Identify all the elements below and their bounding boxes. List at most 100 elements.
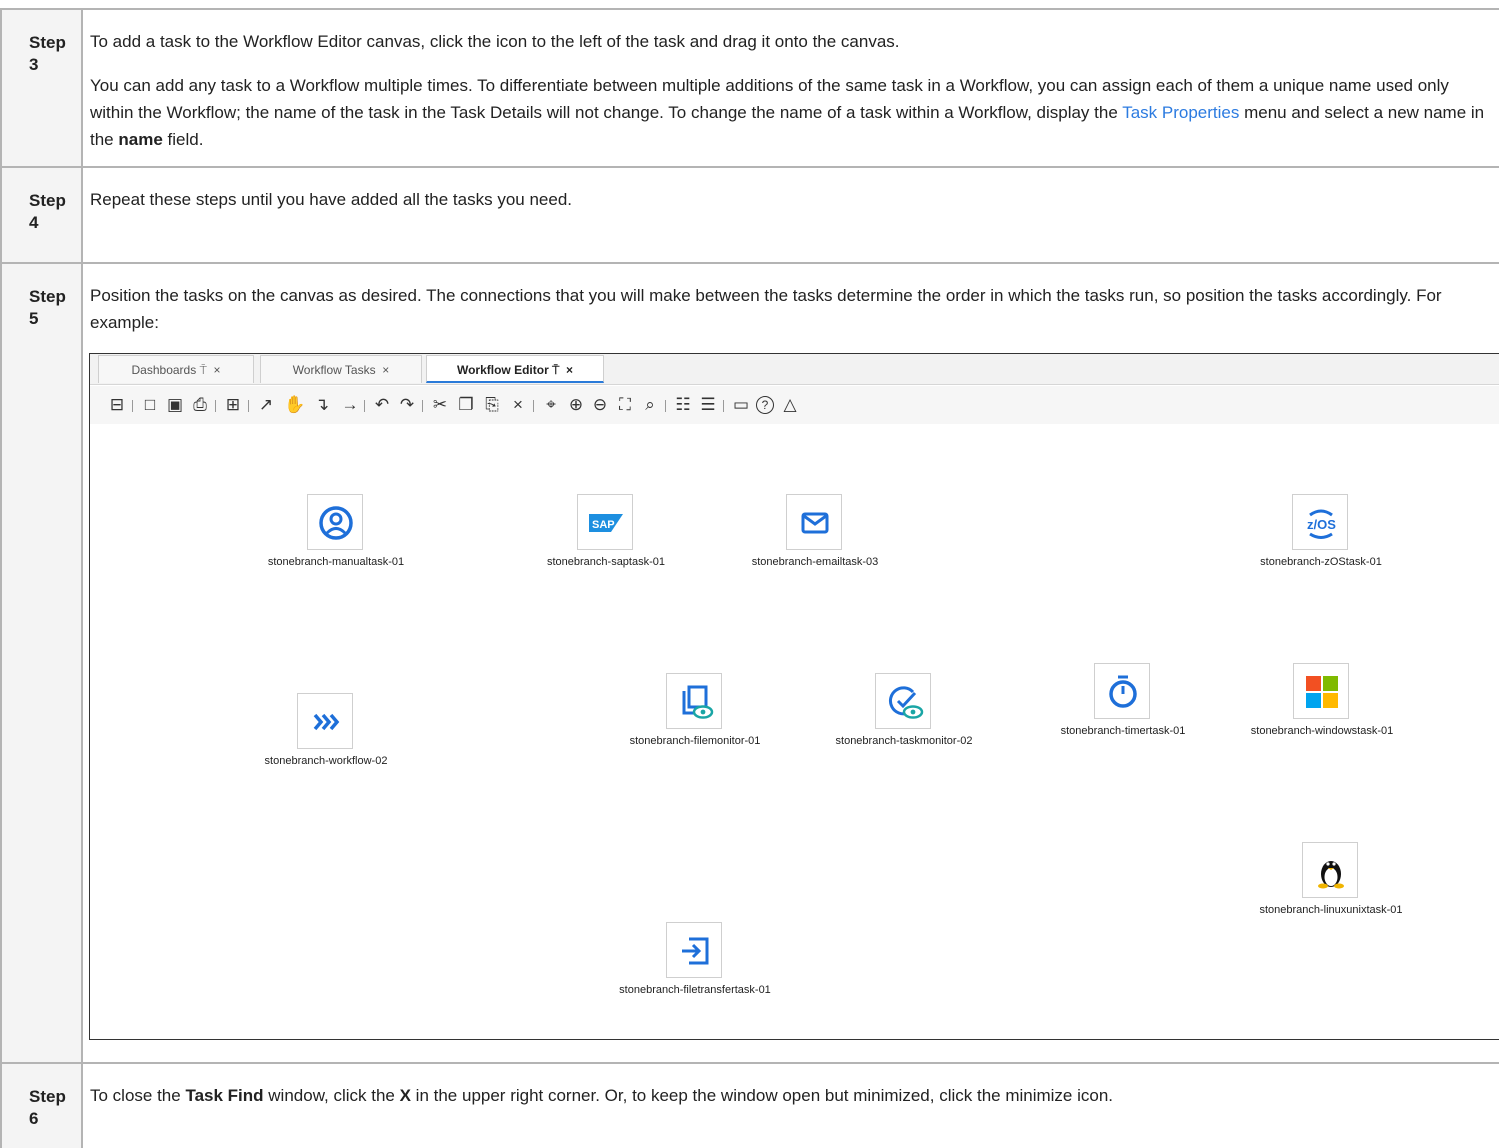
step-body: To add a task to the Workflow Editor can…	[90, 28, 1495, 170]
connector-straight-icon[interactable]: →	[340, 394, 360, 416]
copy-icon[interactable]: ❐	[456, 394, 476, 416]
task-icon-box	[666, 673, 722, 729]
delete-icon[interactable]: ×	[508, 394, 528, 416]
hierarchy-icon[interactable]: ☰	[698, 394, 718, 416]
preview-icon[interactable]: ⊟	[107, 394, 127, 416]
svg-text:z/OS: z/OS	[1307, 517, 1336, 532]
file-monitor-icon	[682, 685, 714, 719]
add-icon[interactable]: ⊞	[223, 394, 243, 416]
bell-icon[interactable]: △	[780, 394, 800, 416]
task-node-label: stonebranch-windowstask-01	[1250, 725, 1394, 737]
select-arrow-icon[interactable]: ↗	[256, 394, 276, 416]
step-label-cell: Step 6	[0, 1064, 83, 1148]
close-icon[interactable]: ×	[213, 363, 220, 377]
task-icon-box	[307, 494, 363, 550]
save-icon[interactable]: ▣	[165, 394, 185, 416]
bold-term: name	[118, 130, 163, 149]
text-run: To close the	[90, 1086, 186, 1105]
fit-icon[interactable]: ⌖	[541, 394, 561, 416]
step-label: Step 5	[29, 287, 66, 328]
step-label-cell: Step 5	[0, 264, 83, 1062]
task-icon-box: SAP	[577, 494, 633, 550]
tab-workflow-editor[interactable]: Workflow Editor ⍑ ×	[426, 355, 604, 383]
step-row-3: Step 3 To add a task to the Workflow Edi…	[0, 8, 1499, 166]
toolbar-separator	[248, 400, 249, 412]
tab-label: Workflow Tasks	[292, 363, 376, 377]
pan-hand-icon[interactable]: ✋	[284, 394, 305, 416]
fullscreen-icon[interactable]: ⛶	[615, 394, 635, 416]
task-node-label: stonebranch-filetransfertask-01	[619, 984, 771, 996]
step-paragraph: To add a task to the Workflow Editor can…	[90, 32, 900, 51]
task-properties-link[interactable]: Task Properties	[1122, 103, 1239, 122]
task-node-label: stonebranch-linuxunixtask-01	[1259, 904, 1403, 916]
text-run: field.	[162, 130, 204, 149]
tab-workflow-tasks[interactable]: Workflow Tasks ×	[260, 355, 422, 383]
step-paragraph: To close the Task Find window, click the…	[90, 1082, 1495, 1109]
document: Step 3 To add a task to the Workflow Edi…	[0, 0, 1499, 1148]
step-label: Step 6	[29, 1087, 66, 1128]
monitor-icon[interactable]: ▭	[731, 394, 751, 416]
print-icon[interactable]: ⎙	[190, 394, 210, 416]
redo-icon[interactable]: ↷	[397, 394, 417, 416]
toolbar-separator	[364, 400, 365, 412]
task-icon-box	[1293, 663, 1349, 719]
task-icon-box	[1302, 842, 1358, 898]
tab-dashboards[interactable]: Dashboards ⍑ ×	[98, 355, 254, 383]
windows-logo-icon	[1306, 676, 1338, 708]
tab-bar: Dashboards ⍑ × Workflow Tasks × Workflow…	[90, 354, 1499, 385]
close-icon[interactable]: ×	[382, 363, 389, 377]
step-body: Position the tasks on the canvas as desi…	[90, 282, 1495, 353]
task-node-label: stonebranch-emailtask-03	[751, 556, 879, 568]
bold-term: Task Find	[185, 1086, 264, 1105]
task-icon-box: z/OS	[1292, 494, 1348, 550]
step-body: To close the Task Find window, click the…	[90, 1082, 1495, 1126]
text-run: window, click the	[263, 1086, 400, 1105]
toolbar-separator	[533, 400, 534, 412]
toolbar-separator	[422, 400, 423, 412]
user-icon	[319, 506, 353, 540]
task-monitor-icon	[889, 686, 924, 719]
file-transfer-icon	[682, 937, 709, 965]
zoom-out-icon[interactable]: ⊖	[590, 394, 610, 416]
search-icon[interactable]: ⌕	[640, 394, 660, 416]
zos-icon: z/OS	[1307, 509, 1336, 539]
step-label: Step 4	[29, 191, 66, 232]
task-node-label: stonebranch-manualtask-01	[267, 556, 405, 568]
paste-icon[interactable]: ⎘	[482, 394, 502, 416]
step-row-4: Step 4 Repeat these steps until you have…	[0, 166, 1499, 262]
cut-icon[interactable]: ✂	[430, 394, 450, 416]
pin-icon[interactable]: ⍑	[552, 363, 559, 377]
linux-penguin-icon	[1318, 861, 1344, 889]
toolbar-separator	[665, 400, 666, 412]
task-icon-box	[875, 673, 931, 729]
task-icon-box	[297, 693, 353, 749]
open-icon[interactable]: □	[140, 394, 160, 416]
task-node-label: stonebranch-zOStask-01	[1260, 556, 1382, 568]
workflow-canvas[interactable]: stonebranch-manualtask-01 SAP stonebranc…	[90, 424, 1499, 1039]
task-node-label: stonebranch-workflow-02	[264, 755, 388, 767]
task-icon-box	[786, 494, 842, 550]
step-label-cell: Step 3	[0, 10, 83, 166]
undo-icon[interactable]: ↶	[372, 394, 392, 416]
close-icon[interactable]: ×	[566, 363, 573, 377]
editor-toolbar: ⊟ □ ▣ ⎙ ⊞ ↗ ✋ ↴ → ↶ ↷ ✂ ❐ ⎘ × ⌖ ⊕ ⊖ ⛶ ⌕	[90, 386, 1499, 424]
text-run: in the upper right corner. Or, to keep t…	[410, 1086, 1114, 1105]
connector-elbow-icon[interactable]: ↴	[312, 394, 332, 416]
layout-icon[interactable]: ☷	[673, 394, 693, 416]
tab-label: Dashboards	[131, 363, 197, 377]
step-label-cell: Step 4	[0, 168, 83, 262]
zoom-in-icon[interactable]: ⊕	[566, 394, 586, 416]
step-paragraph-2: You can add any task to a Workflow multi…	[90, 72, 1495, 153]
step-paragraph: Position the tasks on the canvas as desi…	[90, 286, 1442, 332]
pin-icon[interactable]: ⍑	[200, 363, 207, 377]
step-body: Repeat these steps until you have added …	[90, 186, 1495, 230]
help-icon[interactable]: ?	[756, 396, 774, 414]
svg-text:SAP: SAP	[592, 519, 615, 531]
email-icon	[801, 512, 829, 534]
tab-label: Workflow Editor	[456, 363, 549, 377]
task-icon-box	[1094, 663, 1150, 719]
bold-term: X	[399, 1086, 411, 1105]
stopwatch-icon	[1109, 675, 1137, 708]
workflow-editor-screenshot: Dashboards ⍑ × Workflow Tasks × Workflow…	[89, 353, 1499, 1040]
workflow-chevrons-icon	[313, 713, 340, 731]
